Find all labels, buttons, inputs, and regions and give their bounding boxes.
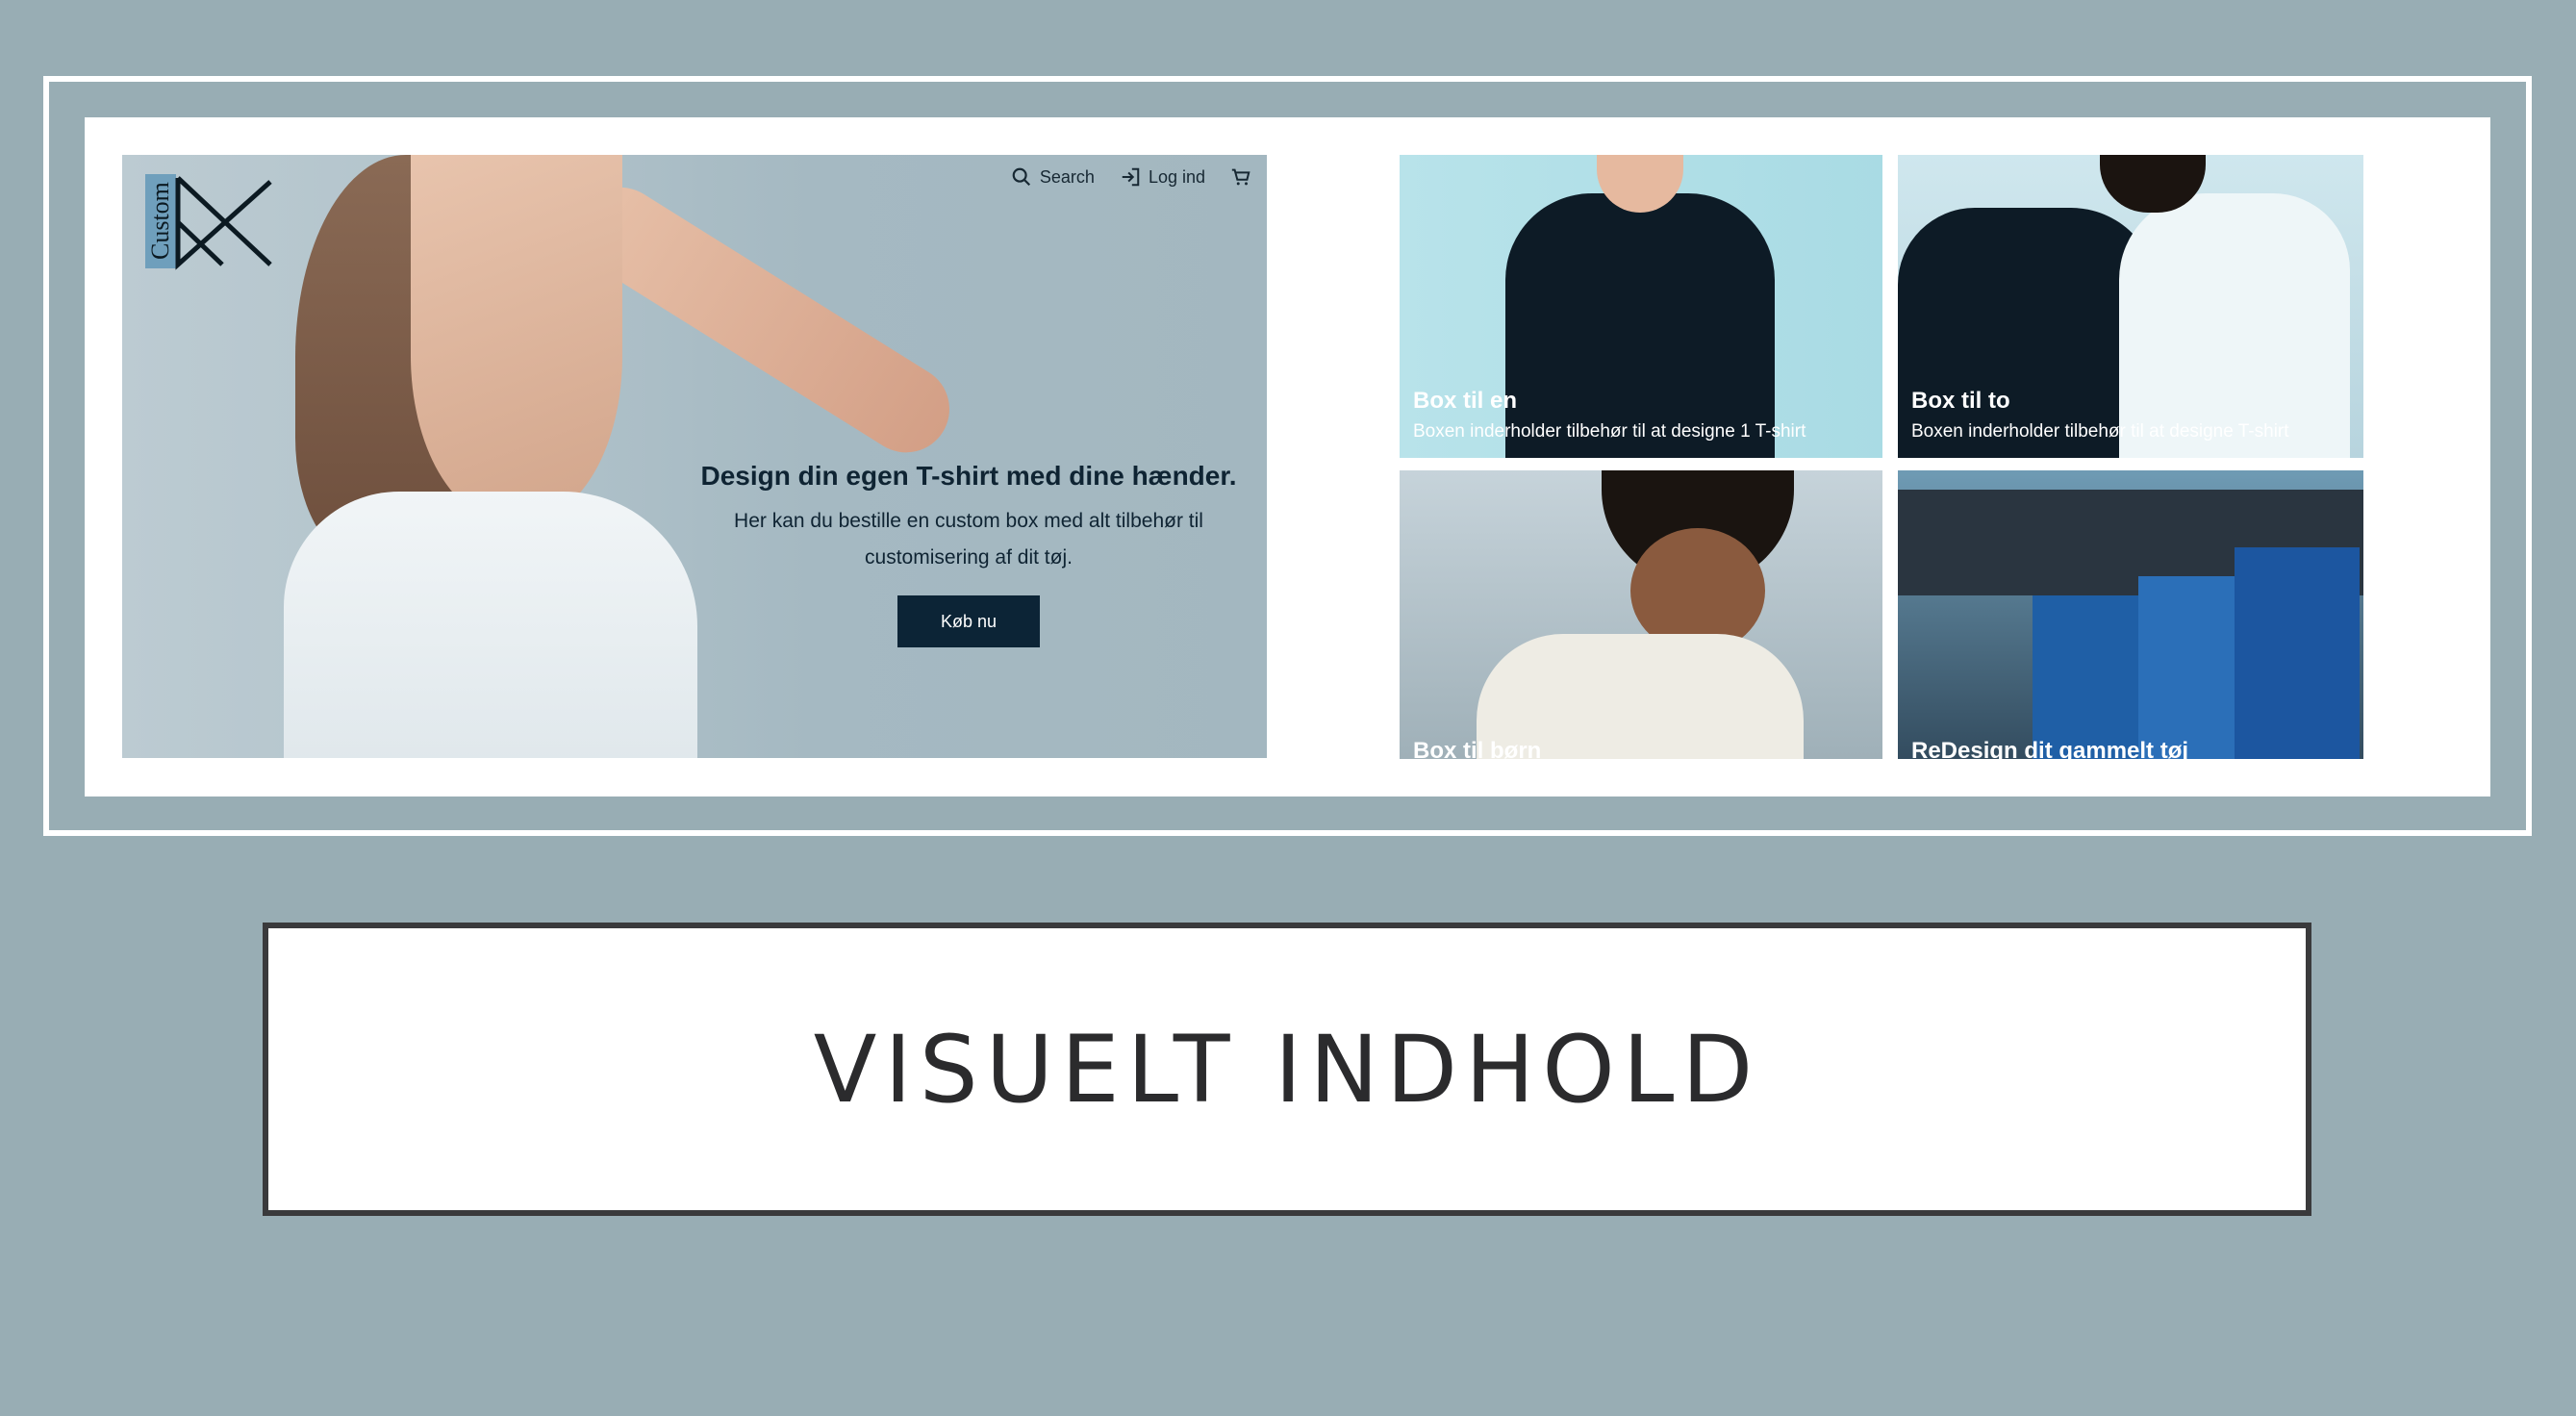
- card-photo-shirt-2: [2138, 576, 2244, 759]
- product-description: Boxen inderholder tilbehør til at design…: [1413, 421, 1806, 442]
- hero-subtitle-line1: Her kan du bestille en custom box med al…: [734, 510, 1203, 532]
- card-photo-shirt: [1505, 193, 1775, 458]
- hero-photo-neck: [411, 155, 622, 520]
- product-card-box-til-boern[interactable]: Box til børn: [1400, 470, 1882, 759]
- product-title: Box til to: [1911, 388, 2010, 414]
- product-title: ReDesign dit gammelt tøj: [1911, 738, 2189, 759]
- card-photo-shirt-1: [2033, 595, 2148, 759]
- product-description: Boxen inderholder tilbehør til at design…: [1911, 421, 2289, 442]
- hero-photo-shirt: [284, 492, 697, 758]
- hero-banner: Custom Search Log ind Design din egen T-…: [122, 155, 1267, 758]
- card-photo-shirt-3: [2235, 547, 2360, 759]
- buy-now-button[interactable]: Køb nu: [897, 595, 1040, 647]
- top-nav: Search Log ind: [1011, 166, 1251, 188]
- hero-title: Design din egen T-shirt med dine hænder.: [700, 461, 1237, 491]
- caption-text: VISUELT INDHOLD: [813, 1015, 1761, 1124]
- login-label: Log ind: [1148, 166, 1205, 187]
- product-title: Box til børn: [1413, 738, 1542, 759]
- product-title: Box til en: [1413, 388, 1518, 414]
- login-icon: [1122, 167, 1140, 187]
- site-logo[interactable]: Custom: [145, 164, 280, 270]
- cart-icon: [1231, 168, 1250, 186]
- search-icon: [1012, 167, 1030, 187]
- product-card-redesign[interactable]: ReDesign dit gammelt tøj: [1898, 470, 2363, 759]
- search-link[interactable]: Search: [1011, 166, 1095, 188]
- caption-box: VISUELT INDHOLD: [263, 923, 2311, 1216]
- cart-link[interactable]: [1230, 166, 1251, 188]
- hero-subtitle-line2: customisering af dit tøj.: [865, 546, 1073, 569]
- product-card-box-til-en[interactable]: Box til en Boxen inderholder tilbehør ti…: [1400, 155, 1882, 458]
- logo-mark-icon: [175, 176, 272, 270]
- card-photo-shirt-light: [2119, 193, 2350, 458]
- hero-text-block: Design din egen T-shirt med dine hænder.…: [699, 461, 1238, 647]
- product-card-box-til-to[interactable]: Box til to Boxen inderholder tilbehør ti…: [1898, 155, 2363, 458]
- login-link[interactable]: Log ind: [1120, 166, 1205, 188]
- search-label: Search: [1039, 166, 1095, 187]
